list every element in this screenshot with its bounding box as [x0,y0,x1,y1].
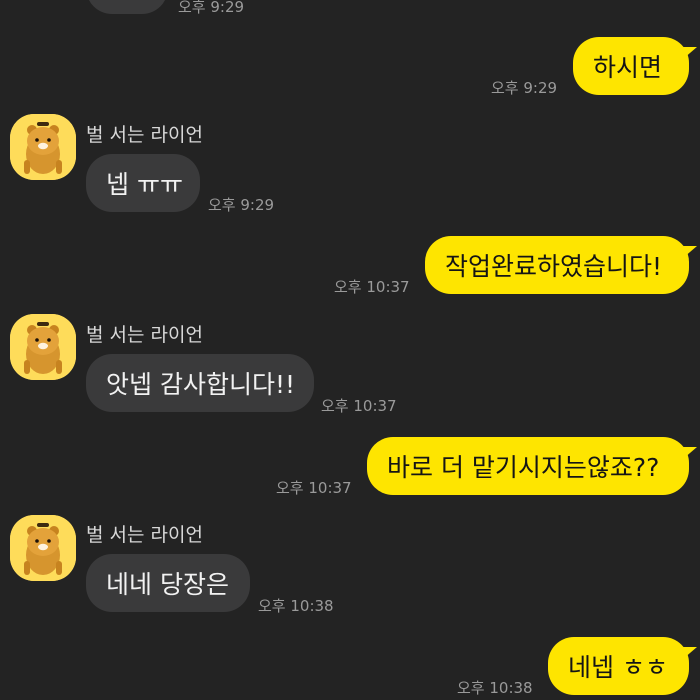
contact-avatar[interactable] [10,314,76,380]
sender-name: 벌 서는 라이언 [86,324,203,346]
contact-avatar[interactable] [10,515,76,581]
message-timestamp: 오후 9:29 [491,79,558,97]
message-timestamp: 오후 10:38 [457,679,533,697]
message-text: 하시면 [593,53,663,82]
message-timestamp: 오후 10:37 [276,479,352,497]
message-bubble-outgoing[interactable]: 작업완료하였습니다! [425,236,697,294]
message-bubble-outgoing[interactable]: 하시면 [573,37,697,95]
message-timestamp: 오후 9:29 [178,0,245,16]
message-bubble-incoming[interactable]: 앗넵 감사합니다!! [86,354,314,412]
bubble-tail [683,447,697,459]
bubble-tail [683,47,697,59]
message-text: 네넵 ㅎㅎ [568,653,668,682]
message-text: 바로 더 맡기시지는않죠?? [387,453,660,482]
message-timestamp: 오후 9:29 [208,196,275,214]
bubble-tail [683,246,697,258]
ryan-character-icon [10,515,76,581]
message-bubble-outgoing[interactable]: 네넵 ㅎㅎ [548,637,697,695]
message-timestamp: 오후 10:38 [258,597,334,615]
ryan-character-icon [10,114,76,180]
message-bubble-incoming[interactable] [86,0,168,14]
message-text: 넵 ㅠㅠ [106,170,183,199]
message-text: 작업완료하였습니다! [445,252,663,281]
contact-avatar[interactable] [10,114,76,180]
message-bubble-incoming[interactable]: 넵 ㅠㅠ [86,154,200,212]
bubble-tail [683,647,697,659]
chat-room: 오후 9:29 오후 9:29 하시면 벌 서는 라이언 넵 ㅠㅠ 오후 9:2… [0,0,700,700]
message-bubble-outgoing[interactable]: 바로 더 맡기시지는않죠?? [367,437,697,495]
message-text: 앗넵 감사합니다!! [106,370,295,399]
ryan-character-icon [10,314,76,380]
message-text: 네네 당장은 [106,570,229,599]
message-bubble-incoming[interactable]: 네네 당장은 [86,554,250,612]
sender-name: 벌 서는 라이언 [86,524,203,546]
sender-name: 벌 서는 라이언 [86,124,203,146]
message-timestamp: 오후 10:37 [321,397,397,415]
message-timestamp: 오후 10:37 [334,278,410,296]
